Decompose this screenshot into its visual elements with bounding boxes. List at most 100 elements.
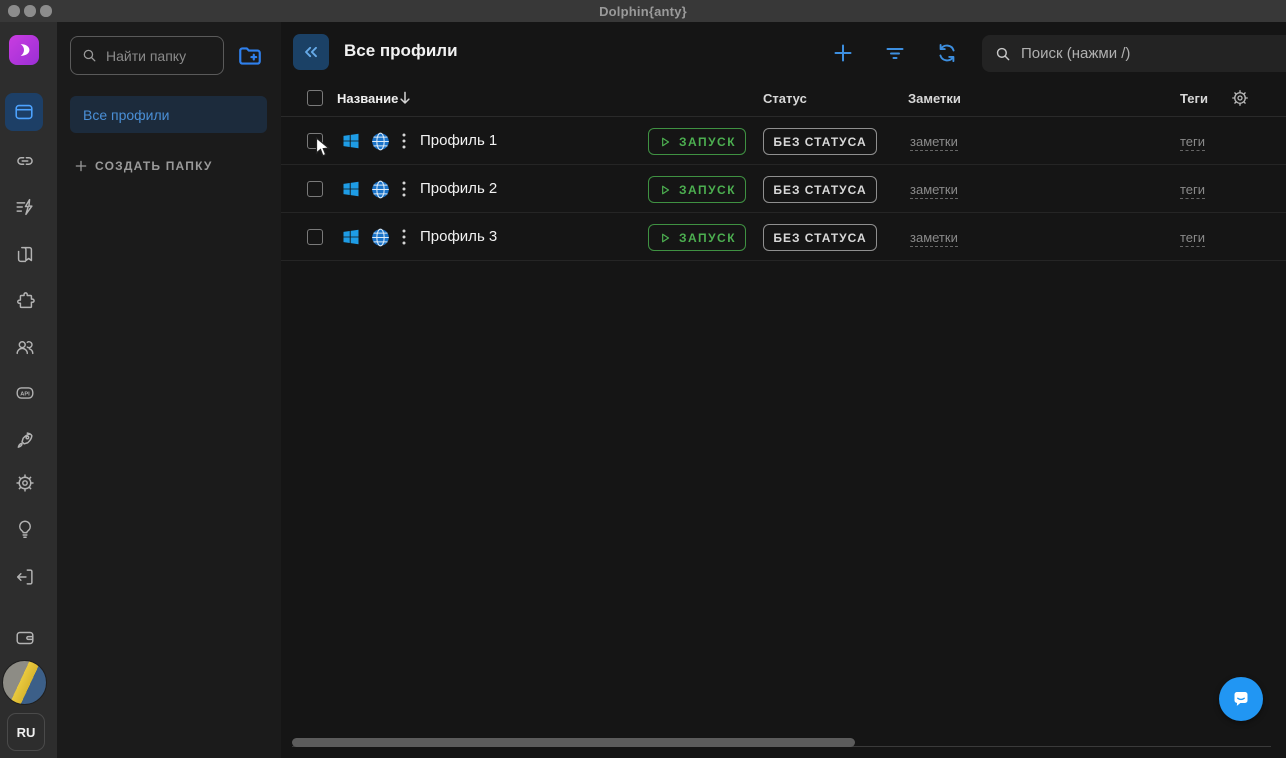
maximize-window-button[interactable] — [40, 5, 52, 17]
search-icon — [994, 45, 1012, 63]
add-profile-button[interactable] — [831, 41, 855, 65]
profile-name[interactable]: Профиль 1 — [420, 132, 497, 149]
sidebar-item-settings[interactable] — [14, 472, 36, 494]
titlebar: Dolphin{anty} — [0, 0, 1286, 22]
minimize-window-button[interactable] — [24, 5, 36, 17]
user-avatar[interactable] — [2, 660, 47, 705]
select-all-checkbox[interactable] — [307, 90, 323, 106]
idea-bulb-icon — [14, 518, 36, 540]
add-folder-button[interactable] — [237, 43, 263, 69]
row-menu-button[interactable] — [397, 180, 411, 198]
kebab-menu-icon — [397, 228, 411, 246]
folder-item-label: Все профили — [83, 107, 170, 123]
column-header-notes[interactable]: Заметки — [908, 91, 961, 106]
sort-descending-icon[interactable] — [396, 89, 414, 107]
tags-link[interactable]: теги — [1180, 134, 1205, 151]
double-chevron-left-icon — [301, 42, 321, 62]
launch-label: ЗАПУСК — [679, 231, 736, 245]
profile-name[interactable]: Профиль 2 — [420, 180, 497, 197]
folder-search[interactable] — [70, 36, 224, 75]
profile-search-input[interactable] — [1021, 45, 1274, 62]
table-settings-button[interactable] — [1230, 88, 1250, 108]
plus-icon — [74, 159, 88, 173]
launch-button[interactable]: ЗАПУСК — [648, 176, 746, 203]
notes-link[interactable]: заметки — [910, 182, 958, 199]
icon-rail: API RU — [0, 22, 57, 758]
notes-link[interactable]: заметки — [910, 230, 958, 247]
row-checkbox[interactable] — [307, 229, 323, 245]
notes-link[interactable]: заметки — [910, 134, 958, 151]
dolphin-logo — [9, 35, 39, 65]
create-folder-label: СОЗДАТЬ ПАПКУ — [95, 159, 213, 173]
logout-icon — [14, 566, 36, 588]
team-users-icon — [14, 336, 36, 358]
collapse-sidebar-button[interactable] — [293, 34, 329, 70]
status-button[interactable]: БЕЗ СТАТУСА — [763, 224, 877, 251]
column-header-tags[interactable]: Теги — [1180, 91, 1208, 106]
status-label: БЕЗ СТАТУСА — [773, 135, 866, 149]
plus-icon — [831, 41, 855, 65]
filter-button[interactable] — [883, 41, 907, 65]
support-chat-button[interactable] — [1219, 677, 1263, 721]
launch-label: ЗАПУСК — [679, 183, 736, 197]
launch-button[interactable]: ЗАПУСК — [648, 224, 746, 251]
search-icon — [81, 47, 98, 64]
sidebar-item-ideas[interactable] — [14, 518, 36, 540]
window-controls[interactable] — [8, 5, 52, 17]
launch-label: ЗАПУСК — [679, 135, 736, 149]
row-checkbox[interactable] — [307, 133, 323, 149]
proxy-link-icon — [14, 150, 36, 172]
play-icon — [658, 231, 672, 245]
wallet-icon — [14, 627, 36, 649]
kebab-menu-icon — [397, 180, 411, 198]
sidebar-item-rocket[interactable] — [14, 429, 36, 451]
sidebar-item-logout[interactable] — [14, 566, 36, 588]
rocket-icon — [14, 429, 36, 451]
refresh-icon — [935, 41, 959, 65]
gear-icon — [1230, 88, 1250, 108]
column-header-name[interactable]: Название — [337, 91, 398, 106]
window-title: Dolphin{anty} — [599, 4, 687, 19]
profile-search[interactable] — [982, 35, 1286, 72]
folder-item-all-profiles[interactable]: Все профили — [70, 96, 267, 133]
sidebar-item-api[interactable]: API — [14, 382, 36, 404]
table-row: Профиль 2 ЗАПУСК БЕЗ СТАТУСА заметки тег… — [281, 165, 1286, 213]
table-header: Название Статус Заметки Теги — [281, 80, 1286, 117]
sidebar-item-automation[interactable] — [14, 196, 36, 218]
sidebar-item-profiles[interactable] — [5, 93, 43, 131]
status-button[interactable]: БЕЗ СТАТУСА — [763, 176, 877, 203]
api-icon: API — [14, 382, 36, 404]
profile-name[interactable]: Профиль 3 — [420, 228, 497, 245]
sidebar-item-extensions[interactable] — [14, 290, 36, 312]
folder-panel: Все профили СОЗДАТЬ ПАПКУ — [57, 22, 281, 758]
dolphin-icon — [14, 40, 34, 60]
api-icon-label: API — [20, 391, 30, 397]
tags-link[interactable]: теги — [1180, 230, 1205, 247]
sidebar-item-proxy[interactable] — [14, 150, 36, 172]
windows-os-icon — [341, 131, 361, 151]
windows-os-icon — [341, 227, 361, 247]
status-button[interactable]: БЕЗ СТАТУСА — [763, 128, 877, 155]
row-menu-button[interactable] — [397, 228, 411, 246]
folder-search-input[interactable] — [106, 48, 213, 64]
language-button[interactable]: RU — [7, 713, 45, 751]
sidebar-item-pages[interactable] — [14, 244, 36, 266]
sidebar-item-wallet[interactable] — [14, 627, 36, 649]
row-menu-button[interactable] — [397, 132, 411, 150]
play-icon — [658, 135, 672, 149]
horizontal-scrollbar-thumb[interactable] — [292, 738, 855, 747]
sidebar-item-team[interactable] — [14, 336, 36, 358]
proxy-globe-icon — [370, 227, 391, 248]
refresh-button[interactable] — [935, 41, 959, 65]
windows-os-icon — [341, 179, 361, 199]
row-checkbox[interactable] — [307, 181, 323, 197]
kebab-menu-icon — [397, 132, 411, 150]
close-window-button[interactable] — [8, 5, 20, 17]
column-header-status[interactable]: Статус — [763, 91, 807, 106]
status-label: БЕЗ СТАТУСА — [773, 231, 866, 245]
play-icon — [658, 183, 672, 197]
launch-button[interactable]: ЗАПУСК — [648, 128, 746, 155]
tags-link[interactable]: теги — [1180, 182, 1205, 199]
create-folder-button[interactable]: СОЗДАТЬ ПАПКУ — [74, 159, 213, 173]
automation-icon — [14, 196, 36, 218]
